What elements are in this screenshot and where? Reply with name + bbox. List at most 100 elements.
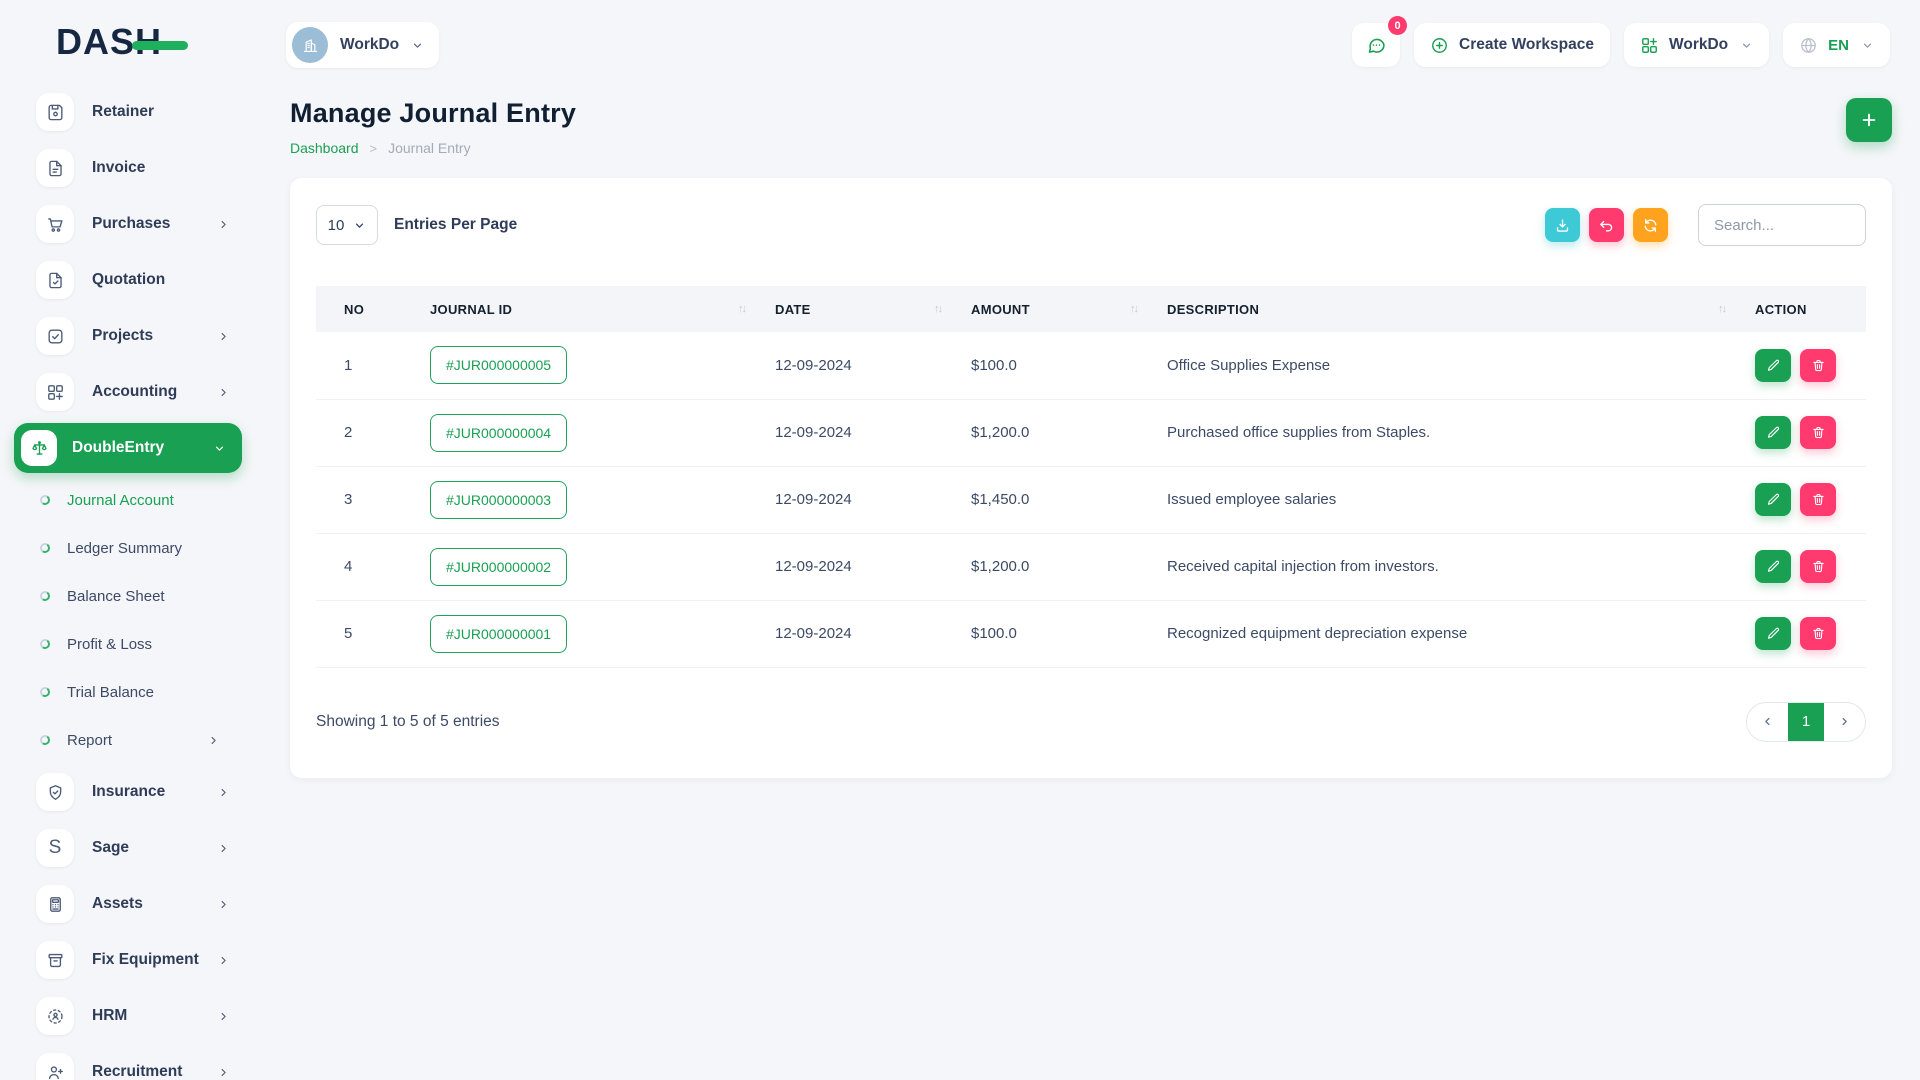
chevron-right-icon bbox=[217, 786, 230, 799]
sidebar-item-quotation[interactable]: Quotation bbox=[0, 252, 256, 308]
language-menu-button[interactable]: EN bbox=[1783, 23, 1890, 67]
sidebar-item-sage[interactable]: S Sage bbox=[0, 820, 256, 876]
delete-button[interactable] bbox=[1800, 550, 1836, 583]
sidebar-item-doubleentry-active[interactable]: DoubleEntry bbox=[14, 423, 242, 473]
journal-id-badge[interactable]: #JUR000000001 bbox=[430, 614, 568, 653]
chevron-down-icon bbox=[213, 442, 226, 455]
person-target-icon bbox=[36, 997, 74, 1035]
journal-id-badge[interactable]: #JUR000000002 bbox=[430, 547, 568, 586]
delete-button[interactable] bbox=[1800, 348, 1836, 382]
sidebar-subitem-profit-loss[interactable]: Profit & Loss bbox=[0, 620, 256, 668]
sidebar-subitem-trial-balance[interactable]: Trial Balance bbox=[0, 668, 256, 716]
breadcrumb-dashboard-link[interactable]: Dashboard bbox=[290, 140, 359, 156]
journal-id-badge[interactable]: #JUR000000005 bbox=[430, 346, 568, 385]
app-root: DASH Retainer Invoice Purchases Quotatio… bbox=[0, 0, 1920, 1080]
sidebar-subitem-label: Balance Sheet bbox=[67, 587, 165, 605]
trash-icon bbox=[1812, 493, 1824, 506]
showing-entries-text: Showing 1 to 5 of 5 entries bbox=[316, 712, 500, 730]
sidebar-item-purchases[interactable]: Purchases bbox=[0, 196, 256, 252]
sidebar-subitem-label: Report bbox=[67, 731, 113, 749]
column-header-journal-id[interactable]: JOURNAL ID ↑↓ bbox=[416, 286, 761, 332]
chevron-down-icon bbox=[353, 219, 366, 232]
chevron-right-icon bbox=[217, 386, 230, 399]
pagination-next-button[interactable] bbox=[1824, 703, 1865, 741]
chevron-right-icon bbox=[217, 954, 230, 967]
refresh-button[interactable] bbox=[1633, 208, 1668, 242]
table-row: 3 #JUR000000003 12-09-2024 $1,450.0 Issu… bbox=[316, 466, 1866, 534]
add-journal-entry-button[interactable] bbox=[1846, 98, 1892, 142]
bullet-icon bbox=[39, 542, 51, 554]
sidebar-item-assets[interactable]: Assets bbox=[0, 876, 256, 932]
sidebar-subitem-journal-account[interactable]: Journal Account bbox=[0, 476, 256, 524]
edit-button[interactable] bbox=[1755, 550, 1791, 583]
sidebar-item-label: Sage bbox=[92, 839, 130, 856]
brand-logo-green-bar bbox=[132, 40, 189, 50]
chevron-right-icon bbox=[217, 842, 230, 855]
sidebar-item-projects[interactable]: Projects bbox=[0, 308, 256, 364]
delete-button[interactable] bbox=[1800, 483, 1836, 516]
pencil-icon bbox=[1767, 627, 1779, 639]
column-header-description[interactable]: DESCRIPTION ↑↓ bbox=[1153, 286, 1741, 332]
cell-date: 12-09-2024 bbox=[761, 466, 957, 534]
trash-icon bbox=[1812, 426, 1824, 439]
entries-per-page-label: Entries Per Page bbox=[394, 216, 518, 233]
trash-icon bbox=[1812, 359, 1824, 371]
save-icon bbox=[36, 93, 74, 131]
delete-button[interactable] bbox=[1800, 416, 1836, 449]
table-row: 4 #JUR000000002 12-09-2024 $1,200.0 Rece… bbox=[316, 533, 1866, 601]
user-plus-icon bbox=[36, 1053, 74, 1080]
bullet-icon bbox=[39, 734, 51, 746]
cell-date: 12-09-2024 bbox=[761, 332, 957, 400]
edit-button[interactable] bbox=[1755, 617, 1791, 650]
reset-button[interactable] bbox=[1589, 208, 1624, 242]
sidebar-item-invoice[interactable]: Invoice bbox=[0, 140, 256, 196]
page-header: Manage Journal Entry Dashboard > Journal… bbox=[256, 74, 1920, 156]
sidebar-item-fix-equipment[interactable]: Fix Equipment bbox=[0, 932, 256, 988]
journal-id-badge[interactable]: #JUR000000003 bbox=[430, 480, 568, 519]
sidebar-subitem-balance-sheet[interactable]: Balance Sheet bbox=[0, 572, 256, 620]
building-icon bbox=[303, 38, 317, 52]
messages-button[interactable]: 0 bbox=[1352, 16, 1408, 67]
cell-date: 12-09-2024 bbox=[761, 399, 957, 467]
sidebar-item-label: Purchases bbox=[92, 215, 171, 232]
calculator-icon bbox=[36, 885, 74, 923]
workspace-switcher[interactable]: WorkDo bbox=[286, 22, 440, 68]
sidebar-item-retainer[interactable]: Retainer bbox=[0, 84, 256, 140]
edit-button[interactable] bbox=[1755, 416, 1791, 449]
invoice-icon bbox=[36, 149, 74, 187]
company-menu-button[interactable]: WorkDo bbox=[1624, 23, 1770, 67]
export-button[interactable] bbox=[1545, 208, 1580, 242]
journal-entries-table: NO JOURNAL ID ↑↓ DATE ↑↓ AMOUNT ↑↓ DESCRIPT… bbox=[316, 286, 1866, 668]
edit-button[interactable] bbox=[1755, 483, 1791, 516]
pagination-prev-button[interactable] bbox=[1747, 703, 1788, 741]
pagination-page-1[interactable]: 1 bbox=[1788, 702, 1824, 741]
column-header-amount[interactable]: AMOUNT ↑↓ bbox=[957, 286, 1153, 332]
edit-button[interactable] bbox=[1755, 348, 1791, 382]
sidebar-item-recruitment[interactable]: Recruitment bbox=[0, 1044, 256, 1080]
sidebar-item-label: Insurance bbox=[92, 783, 166, 800]
create-workspace-button[interactable]: Create Workspace bbox=[1414, 23, 1611, 67]
sidebar-item-accounting[interactable]: Accounting bbox=[0, 364, 256, 420]
entries-per-page-select[interactable]: 10 bbox=[316, 205, 378, 245]
sidebar-item-label: Projects bbox=[92, 327, 154, 344]
chevron-right-icon bbox=[217, 330, 230, 343]
delete-button[interactable] bbox=[1800, 617, 1836, 650]
bullet-icon bbox=[39, 638, 51, 650]
table-row: 2 #JUR000000004 12-09-2024 $1,200.0 Purc… bbox=[316, 399, 1866, 467]
sidebar-item-hrm[interactable]: HRM bbox=[0, 988, 256, 1044]
table-actions bbox=[1536, 204, 1866, 246]
sidebar-subitem-ledger-summary[interactable]: Ledger Summary bbox=[0, 524, 256, 572]
journal-id-badge[interactable]: #JUR000000004 bbox=[430, 413, 568, 452]
cell-amount: $1,200.0 bbox=[957, 399, 1153, 467]
sidebar-item-doubleentry: DoubleEntry bbox=[0, 420, 256, 476]
sage-icon: S bbox=[36, 829, 74, 867]
search-input[interactable] bbox=[1698, 204, 1866, 246]
chat-bubble-icon bbox=[1368, 38, 1385, 53]
column-header-date[interactable]: DATE ↑↓ bbox=[761, 286, 957, 332]
plus-circle-icon bbox=[1432, 37, 1447, 53]
cell-no: 2 bbox=[316, 399, 416, 467]
sidebar-item-insurance[interactable]: Insurance bbox=[0, 764, 256, 820]
sidebar-subitem-report[interactable]: Report bbox=[0, 716, 256, 764]
grid-plus-icon bbox=[1642, 37, 1657, 53]
cell-amount: $1,450.0 bbox=[957, 466, 1153, 534]
